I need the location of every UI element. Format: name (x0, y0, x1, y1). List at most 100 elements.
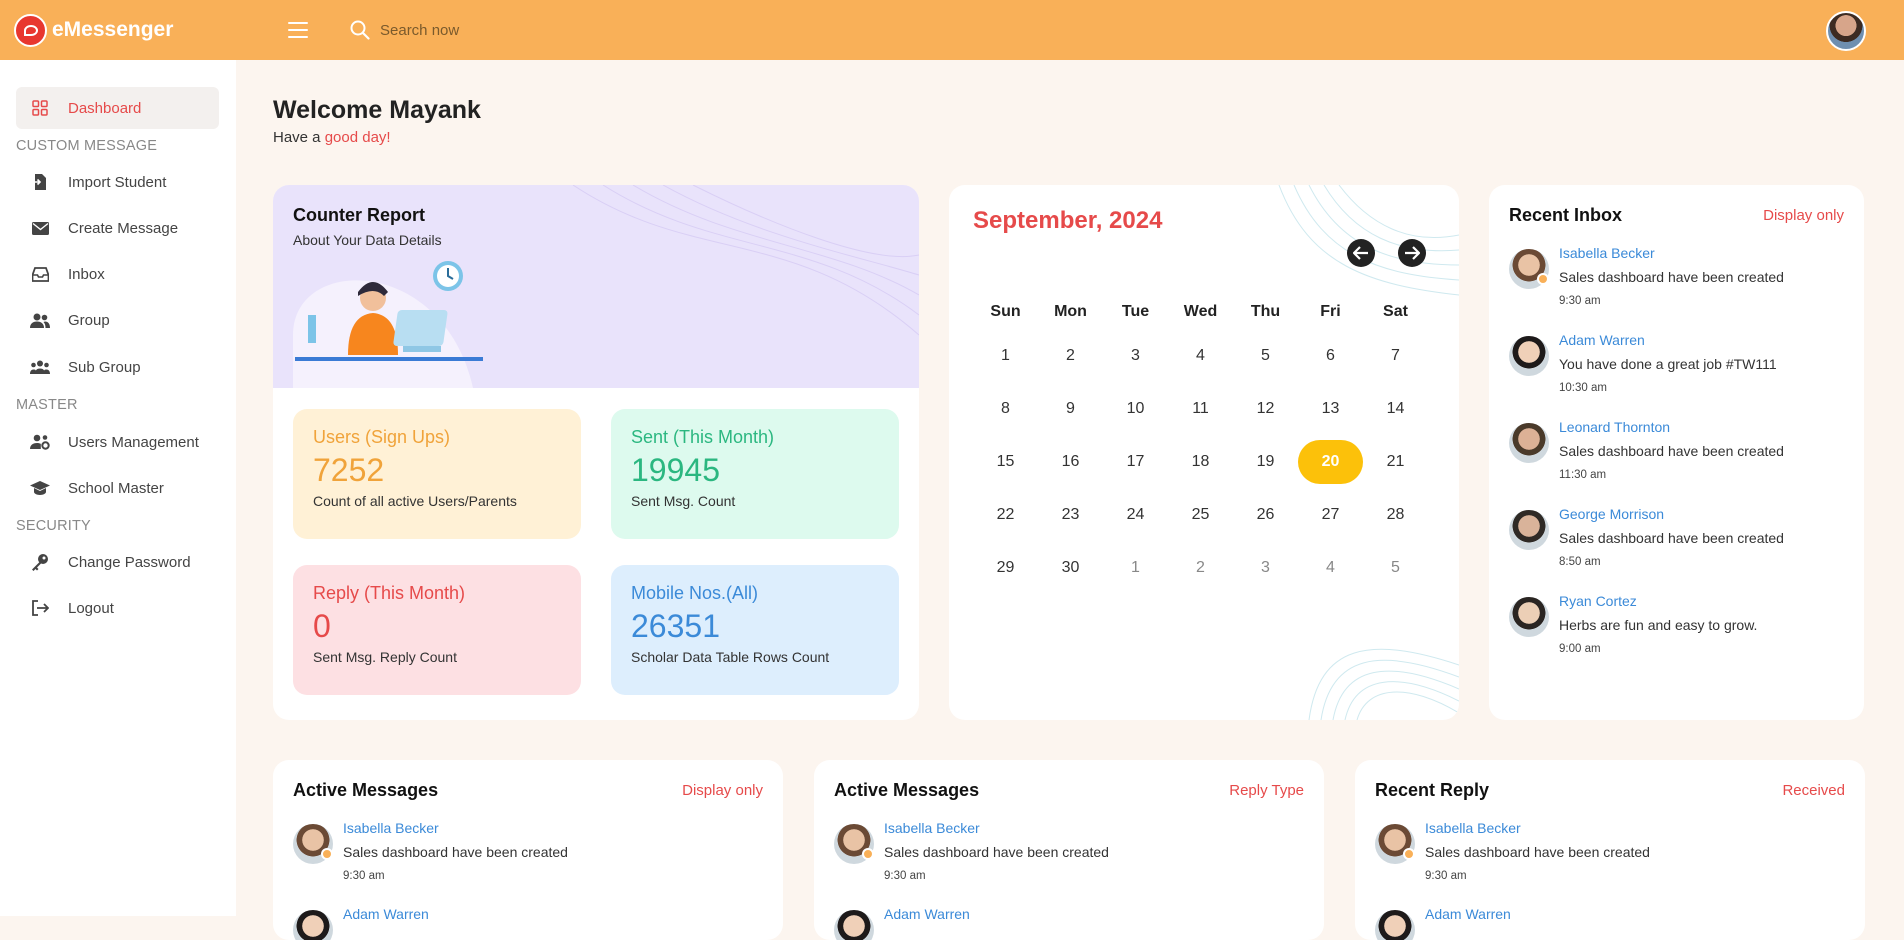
calendar-day[interactable]: 5 (1363, 541, 1428, 594)
hamburger-menu-icon[interactable] (288, 22, 308, 38)
calendar-day[interactable]: 5 (1233, 329, 1298, 382)
message-text: Sales dashboard have been created (343, 844, 568, 860)
sender-name[interactable]: Ryan Cortez (1559, 593, 1637, 609)
list-item[interactable]: Adam Warren (293, 906, 623, 940)
calendar-day[interactable]: 24 (1103, 488, 1168, 541)
user-avatar[interactable] (1826, 11, 1866, 51)
calendar-day[interactable]: 12 (1233, 382, 1298, 435)
stat-card-users: Users (Sign Ups) 7252 Count of all activ… (293, 409, 581, 539)
calendar-prev-button[interactable] (1347, 239, 1375, 267)
calendar-day[interactable]: 15 (973, 435, 1038, 488)
list-item[interactable]: Isabella Becker Sales dashboard have been… (834, 820, 1164, 900)
calendar-next-button[interactable] (1398, 239, 1426, 267)
sidebar-item-import-student[interactable]: Import Student (16, 161, 219, 203)
calendar-day[interactable]: 7 (1363, 329, 1428, 382)
calendar-day[interactable]: 26 (1233, 488, 1298, 541)
calendar-day[interactable]: 4 (1168, 329, 1233, 382)
counter-header: Counter Report About Your Data Details (273, 185, 919, 388)
calendar-day[interactable]: 22 (973, 488, 1038, 541)
sender-name[interactable]: Adam Warren (884, 906, 970, 922)
calendar-month-title: September, 2024 (973, 207, 1163, 234)
calendar-day[interactable]: 4 (1298, 541, 1363, 594)
message-text: Sales dashboard have been created (1559, 530, 1784, 546)
sidebar-item-sub-group[interactable]: Sub Group (16, 346, 219, 388)
message-time: 11:30 am (1559, 469, 1607, 481)
list-item[interactable]: Adam Warren (834, 906, 1164, 940)
sender-name[interactable]: George Morrison (1559, 506, 1664, 522)
app-title: eMessenger (52, 18, 174, 41)
reply-type-link[interactable]: Reply Type (1229, 782, 1304, 799)
sender-name[interactable]: Adam Warren (1425, 906, 1511, 922)
calendar-card: September, 2024 Sun Mon Tue Wed Thu Fri … (949, 185, 1459, 720)
search-icon[interactable] (350, 20, 370, 40)
calendar-day[interactable]: 9 (1038, 382, 1103, 435)
sidebar-item-change-password[interactable]: Change Password (16, 541, 219, 583)
sidebar-item-group[interactable]: Group (16, 299, 219, 341)
sender-name[interactable]: Leonard Thornton (1559, 419, 1670, 435)
sidebar-item-users-management[interactable]: Users Management (16, 421, 219, 463)
calendar-day[interactable]: 27 (1298, 488, 1363, 541)
calendar-day[interactable]: 1 (973, 329, 1038, 382)
calendar-day[interactable]: 29 (973, 541, 1038, 594)
recent-inbox-card: Recent Inbox Display only Isabella Becke… (1489, 185, 1864, 720)
sender-name[interactable]: Isabella Becker (1559, 245, 1655, 261)
message-text: Sales dashboard have been created (1559, 443, 1784, 459)
weekday-label: Fri (1320, 303, 1341, 320)
calendar-day[interactable]: 2 (1168, 541, 1233, 594)
calendar-day[interactable]: 23 (1038, 488, 1103, 541)
calendar-day[interactable]: 21 (1363, 435, 1428, 488)
calendar-day[interactable]: 8 (973, 382, 1038, 435)
calendar-day-today[interactable]: 20 (1298, 435, 1363, 488)
stat-card-reply: Reply (This Month) 0 Sent Msg. Reply Cou… (293, 565, 581, 695)
calendar-day[interactable]: 3 (1103, 329, 1168, 382)
calendar-day[interactable]: 16 (1038, 435, 1103, 488)
calendar-day[interactable]: 19 (1233, 435, 1298, 488)
message-time: 9:00 am (1559, 643, 1601, 655)
message-time: 10:30 am (1559, 382, 1607, 394)
calendar-day[interactable]: 28 (1363, 488, 1428, 541)
list-item[interactable]: Adam Warren You have done a great job #TW… (1509, 332, 1839, 412)
envelope-icon (30, 218, 50, 238)
sender-name[interactable]: Adam Warren (1559, 332, 1645, 348)
sidebar-item-inbox[interactable]: Inbox (16, 253, 219, 295)
list-item[interactable]: Isabella Becker Sales dashboard have been… (1509, 245, 1839, 325)
counter-report-title: Counter Report (293, 205, 425, 225)
sender-name[interactable]: Isabella Becker (1425, 820, 1521, 836)
sender-name[interactable]: Isabella Becker (884, 820, 980, 836)
list-item[interactable]: Adam Warren (1375, 906, 1705, 940)
display-only-link[interactable]: Display only (682, 782, 763, 799)
calendar-day[interactable]: 14 (1363, 382, 1428, 435)
calendar-day[interactable]: 2 (1038, 329, 1103, 382)
stat-description: Scholar Data Table Rows Count (631, 649, 830, 665)
list-item[interactable]: George Morrison Sales dashboard have been… (1509, 506, 1839, 586)
list-item[interactable]: Isabella Becker Sales dashboard have been… (293, 820, 623, 900)
sender-name[interactable]: Adam Warren (343, 906, 429, 922)
app-logo[interactable]: eMessenger (14, 13, 264, 47)
calendar-day[interactable]: 17 (1103, 435, 1168, 488)
calendar-day[interactable]: 11 (1168, 382, 1233, 435)
sidebar-item-dashboard[interactable]: Dashboard (16, 87, 219, 129)
calendar-day[interactable]: 1 (1103, 541, 1168, 594)
sidebar-item-school-master[interactable]: School Master (16, 467, 219, 509)
list-item[interactable]: Ryan Cortez Herbs are fun and easy to gro… (1509, 593, 1839, 673)
list-item[interactable]: Leonard Thornton Sales dashboard have bee… (1509, 419, 1839, 499)
calendar-day[interactable]: 30 (1038, 541, 1103, 594)
received-link[interactable]: Received (1782, 782, 1845, 799)
calendar-day[interactable]: 13 (1298, 382, 1363, 435)
calendar-day[interactable]: 10 (1103, 382, 1168, 435)
search-input[interactable] (380, 21, 680, 39)
weekday-label: Sat (1383, 303, 1408, 320)
section-heading-master: MASTER (16, 397, 78, 413)
list-item[interactable]: Isabella Becker Sales dashboard have been… (1375, 820, 1705, 900)
sidebar-item-logout[interactable]: Logout (16, 587, 219, 629)
display-only-link[interactable]: Display only (1763, 207, 1844, 224)
calendar-day[interactable]: 25 (1168, 488, 1233, 541)
calendar-day[interactable]: 3 (1233, 541, 1298, 594)
sender-name[interactable]: Isabella Becker (343, 820, 439, 836)
sidebar-item-create-message[interactable]: Create Message (16, 207, 219, 249)
users-cog-icon (30, 432, 50, 452)
calendar-day[interactable]: 6 (1298, 329, 1363, 382)
recent-inbox-title: Recent Inbox (1509, 205, 1623, 225)
calendar-day[interactable]: 18 (1168, 435, 1233, 488)
welcome-subtitle: Have a good day! (273, 129, 391, 146)
